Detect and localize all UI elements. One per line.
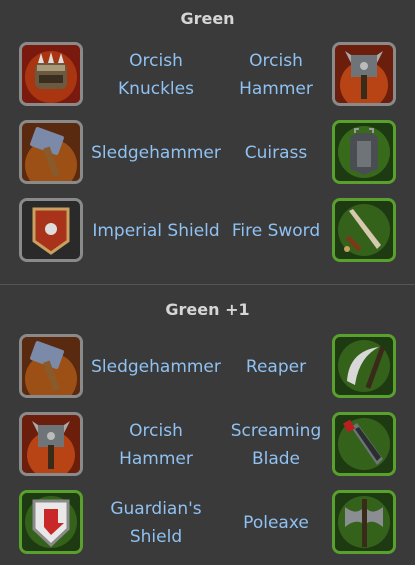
item-row: Guardian's Shield Poleaxe bbox=[0, 488, 415, 562]
item-name: Imperial Shield bbox=[92, 221, 220, 241]
guardians-shield-icon[interactable] bbox=[19, 490, 83, 554]
item-name: Cuirass bbox=[244, 143, 308, 163]
sledgehammer-icon[interactable] bbox=[19, 334, 83, 398]
item-name: Sledgehammer bbox=[91, 143, 221, 163]
item-name: Sledgehammer bbox=[91, 357, 221, 377]
item-row: Sledgehammer Cuirass bbox=[0, 118, 415, 192]
item-name: Orcish Knuckles bbox=[118, 51, 194, 99]
fire-sword-icon[interactable] bbox=[332, 198, 396, 262]
orcish-hammer-icon[interactable] bbox=[19, 412, 83, 476]
section-divider bbox=[0, 284, 415, 285]
orcish-knuckles-icon[interactable] bbox=[19, 42, 83, 106]
item-name: Screaming Blade bbox=[230, 421, 322, 469]
sledgehammer-icon[interactable] bbox=[19, 120, 83, 184]
cuirass-icon[interactable] bbox=[332, 120, 396, 184]
orcish-hammer-icon[interactable] bbox=[332, 42, 396, 106]
item-name: Poleaxe bbox=[243, 513, 309, 533]
item-name: Reaper bbox=[245, 357, 307, 377]
reaper-icon[interactable] bbox=[332, 334, 396, 398]
item-row: Sledgehammer Reaper bbox=[0, 332, 415, 406]
section-title: Green +1 bbox=[165, 300, 250, 319]
poleaxe-icon[interactable] bbox=[332, 490, 396, 554]
item-name: Orcish Hammer bbox=[239, 51, 313, 99]
section-title: Green bbox=[180, 9, 235, 28]
item-row: Orcish Hammer Screaming Blade bbox=[0, 410, 415, 484]
item-name: Fire Sword bbox=[231, 221, 321, 241]
item-name: Orcish Hammer bbox=[119, 421, 193, 469]
item-row: Imperial Shield Fire Sword bbox=[0, 196, 415, 270]
screaming-blade-icon[interactable] bbox=[332, 412, 396, 476]
item-row: Orcish Knuckles Orcish Hammer bbox=[0, 40, 415, 114]
imperial-shield-icon[interactable] bbox=[19, 198, 83, 262]
item-name: Guardian's Shield bbox=[110, 499, 202, 547]
